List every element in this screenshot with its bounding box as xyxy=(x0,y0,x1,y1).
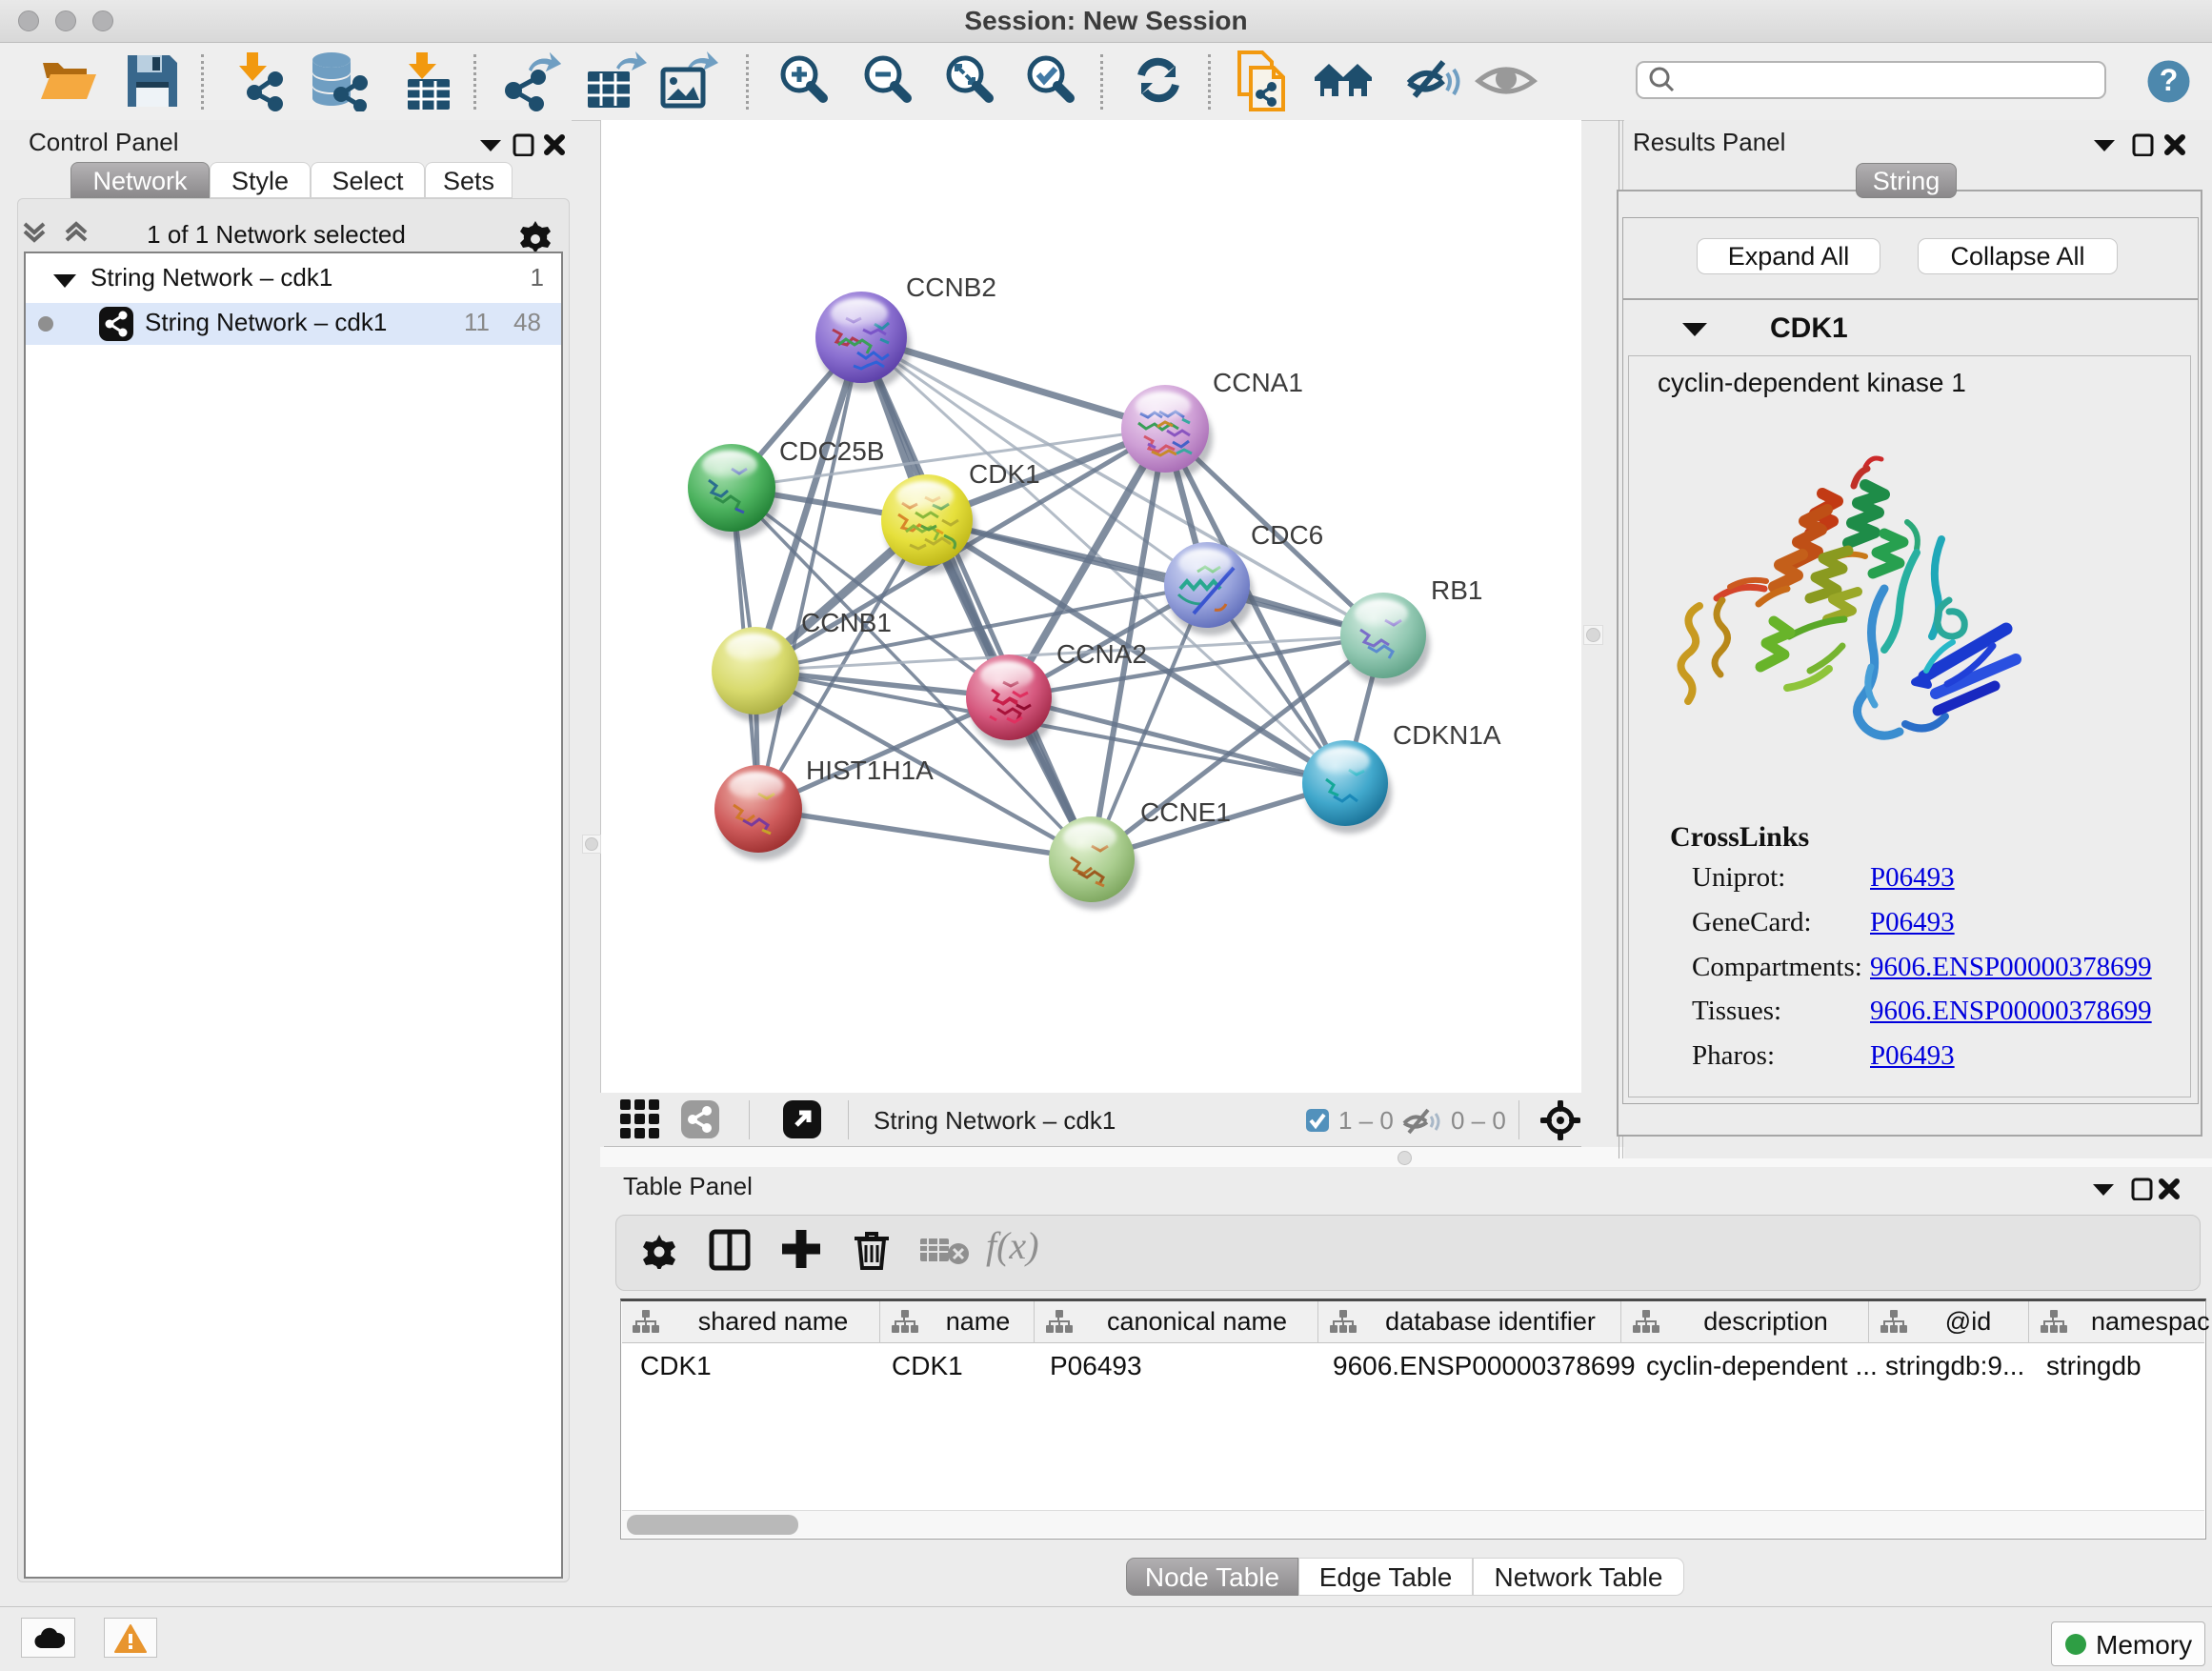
svg-text:CDK1: CDK1 xyxy=(969,459,1040,489)
svg-text:?: ? xyxy=(2160,63,2179,97)
svg-text:CCNA2: CCNA2 xyxy=(1056,639,1147,669)
svg-text:RB1: RB1 xyxy=(1431,575,1482,605)
svg-text:CDKN1A: CDKN1A xyxy=(1393,720,1501,750)
svg-text:CCNE1: CCNE1 xyxy=(1140,797,1231,827)
svg-text:CCNA1: CCNA1 xyxy=(1213,368,1303,397)
svg-text:CCNB2: CCNB2 xyxy=(906,272,996,302)
svg-text:CDC25B: CDC25B xyxy=(779,436,884,466)
svg-text:CCNB1: CCNB1 xyxy=(801,608,892,637)
svg-text:CDC6: CDC6 xyxy=(1251,520,1323,550)
svg-text:HIST1H1A: HIST1H1A xyxy=(806,755,934,785)
